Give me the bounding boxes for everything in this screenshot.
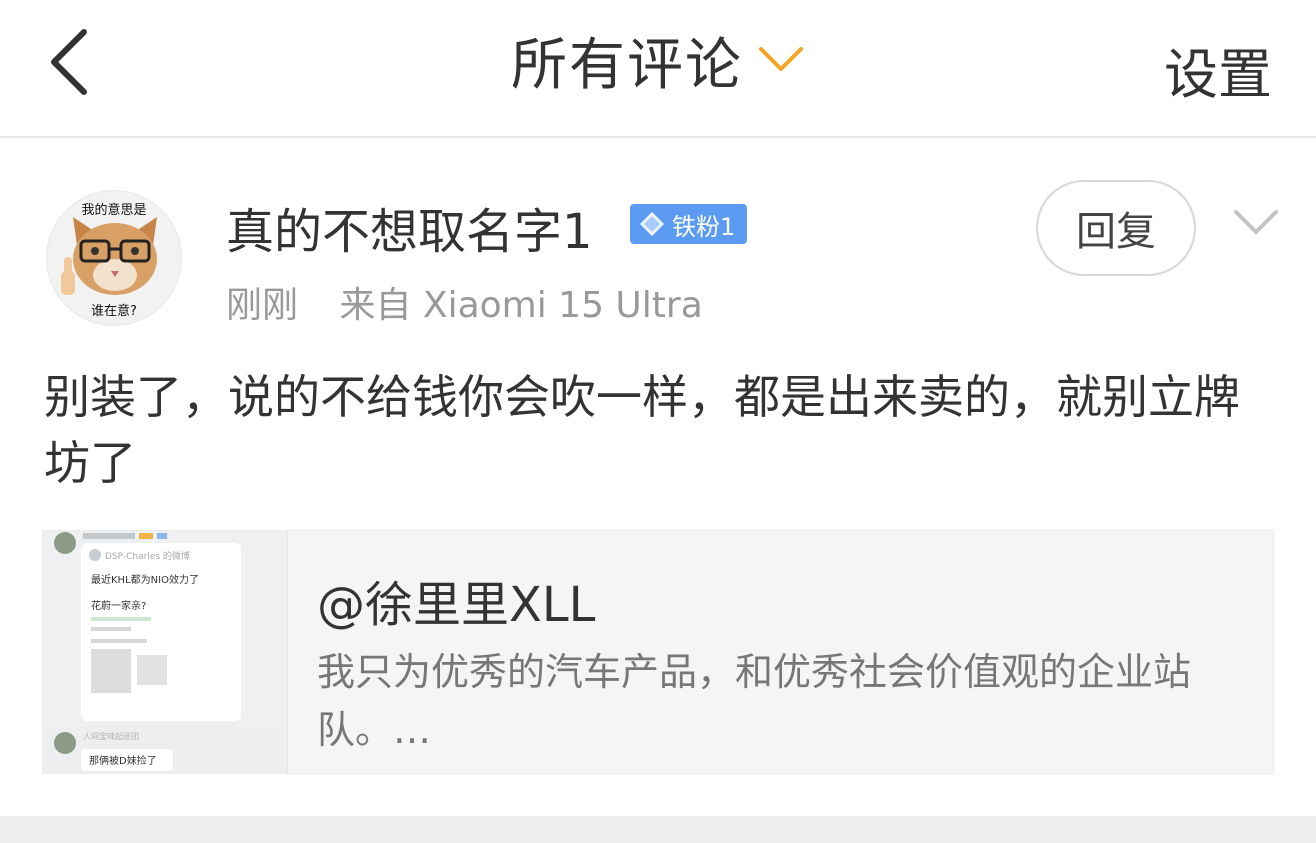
username[interactable]: 真的不想取名字1 [226,192,593,262]
badge-label: 铁粉1 [672,212,736,241]
title-dropdown[interactable]: 所有评论 [0,0,1316,120]
chevron-down-icon [759,47,803,71]
comment-text: 别装了，说的不给钱你会吹一样，都是出来卖的，就别立牌坊了 [44,370,1240,490]
thumb-line-2: 花蔚一家亲? [91,599,146,612]
avatar[interactable]: 我的意思是 谁在意? [46,190,182,326]
bottom-divider [0,816,1316,843]
thumb-inner-user: DSP-Charles 的微博 [105,550,190,562]
thumb-line-1: 最近KHL都为NIO效力了 [91,573,199,586]
fan-badge[interactable]: 铁粉1 [630,204,748,244]
chevron-down-icon[interactable] [1232,208,1280,238]
thumbnail-screenshot: DSP-Charles 的微博 最近KHL都为NIO效力了 花蔚一家亲? 人间宝… [43,531,287,773]
comment-meta: 刚刚 来自 Xiaomi 15 Ultra [226,276,733,328]
page-title: 所有评论 [511,32,743,98]
thumb-bottom-text: 那俩被D妹捡了 [89,754,157,767]
post-thumbnail: DSP-Charles 的微博 最近KHL都为NIO效力了 花蔚一家亲? 人间宝… [43,531,288,773]
thumb-header-name: 人间宝味起送团 [83,731,139,741]
comment-time: 刚刚 [226,285,299,326]
linked-post-card[interactable]: DSP-Charles 的微博 最近KHL都为NIO效力了 花蔚一家亲? 人间宝… [42,530,1274,774]
top-bar: 所有评论 设置 [0,0,1316,138]
comment-source: 来自 Xiaomi 15 Ultra [339,285,703,326]
post-author: @徐里里XLL [317,577,596,633]
diamond-icon [640,212,664,236]
reply-button[interactable]: 回复 [1036,180,1196,276]
settings-button[interactable]: 设置 [1164,30,1272,109]
avatar-caption-bottom: 谁在意? [91,304,137,319]
post-description: 我只为优秀的汽车产品，和优秀社会价值观的企业站队。… [317,650,1192,752]
